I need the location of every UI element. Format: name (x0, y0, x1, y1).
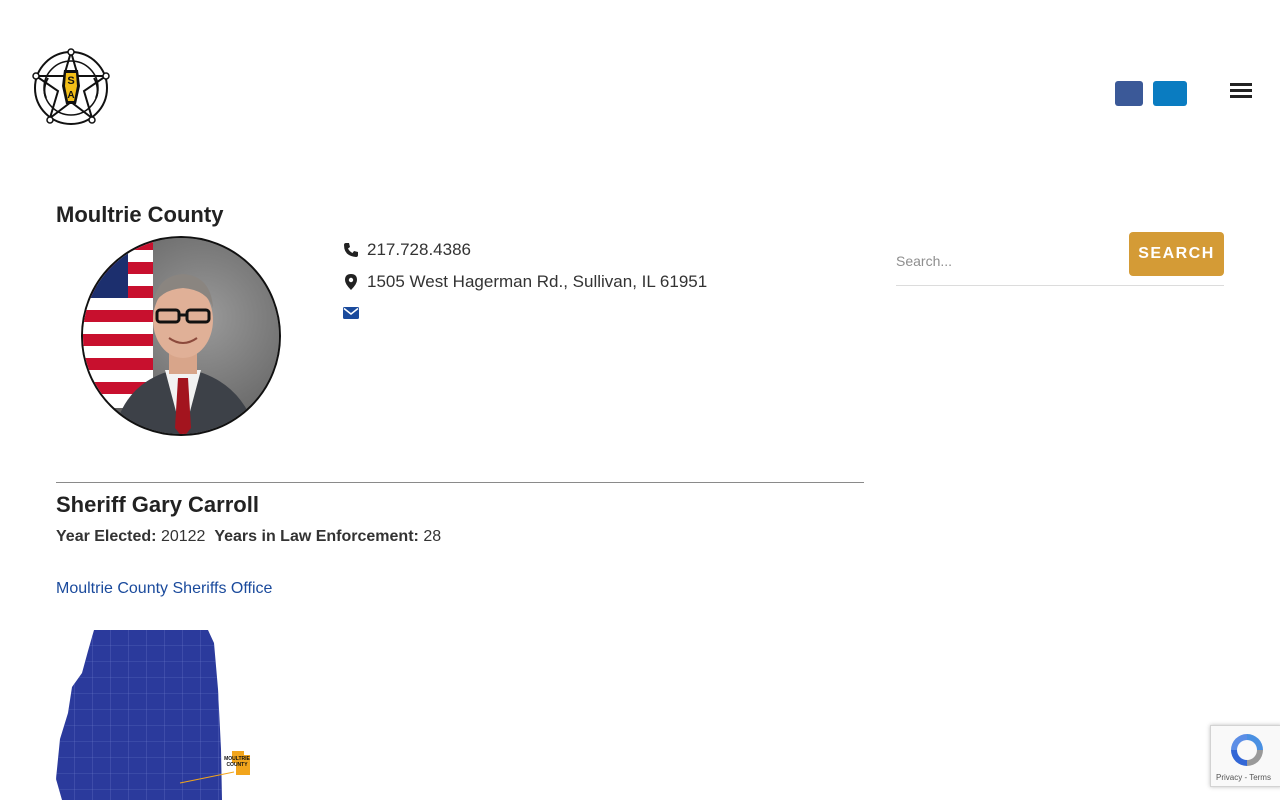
recaptcha-badge[interactable]: Privacy - Terms (1210, 725, 1280, 787)
sheriff-stats: Year Elected: 20122 Years in Law Enforce… (56, 528, 441, 546)
illinois-county-map: MOULTRIE COUNTY (56, 629, 256, 800)
county-title: Moultrie County (56, 202, 224, 227)
email-row[interactable] (343, 305, 367, 321)
recaptcha-icon (1231, 734, 1263, 766)
years-law-enforcement-label: Years in Law Enforcement: (214, 528, 419, 545)
search-button[interactable]: SEARCH (1129, 232, 1224, 276)
envelope-icon[interactable] (343, 305, 359, 321)
phone-icon (343, 242, 359, 258)
sheriff-name: Sheriff Gary Carroll (56, 492, 259, 517)
recaptcha-text[interactable]: Privacy - Terms (1216, 773, 1271, 782)
year-elected-label: Year Elected: (56, 528, 157, 545)
phone-row[interactable]: 217.728.4386 (343, 240, 471, 260)
search-input[interactable] (896, 248, 1116, 274)
map-callout-line2: COUNTY (226, 762, 248, 768)
linkedin-icon[interactable] (1153, 81, 1187, 106)
svg-text:S: S (67, 75, 74, 87)
year-elected-value: 20122 (160, 528, 206, 545)
sheriff-portrait (81, 236, 281, 436)
isa-logo[interactable]: S A (28, 46, 114, 130)
hamburger-menu-icon[interactable] (1230, 83, 1252, 99)
phone-number: 217.728.4386 (367, 240, 471, 259)
section-divider (56, 482, 864, 483)
address-text: 1505 West Hagerman Rd., Sullivan, IL 619… (367, 272, 708, 291)
search-form: SEARCH (896, 232, 1224, 286)
facebook-icon[interactable] (1115, 81, 1143, 106)
map-marker-icon (343, 274, 359, 290)
address-row: 1505 West Hagerman Rd., Sullivan, IL 619… (343, 272, 707, 292)
sheriffs-office-link[interactable]: Moultrie County Sheriffs Office (56, 580, 272, 598)
years-law-enforcement-value: 28 (423, 528, 442, 545)
svg-text:A: A (67, 90, 74, 101)
